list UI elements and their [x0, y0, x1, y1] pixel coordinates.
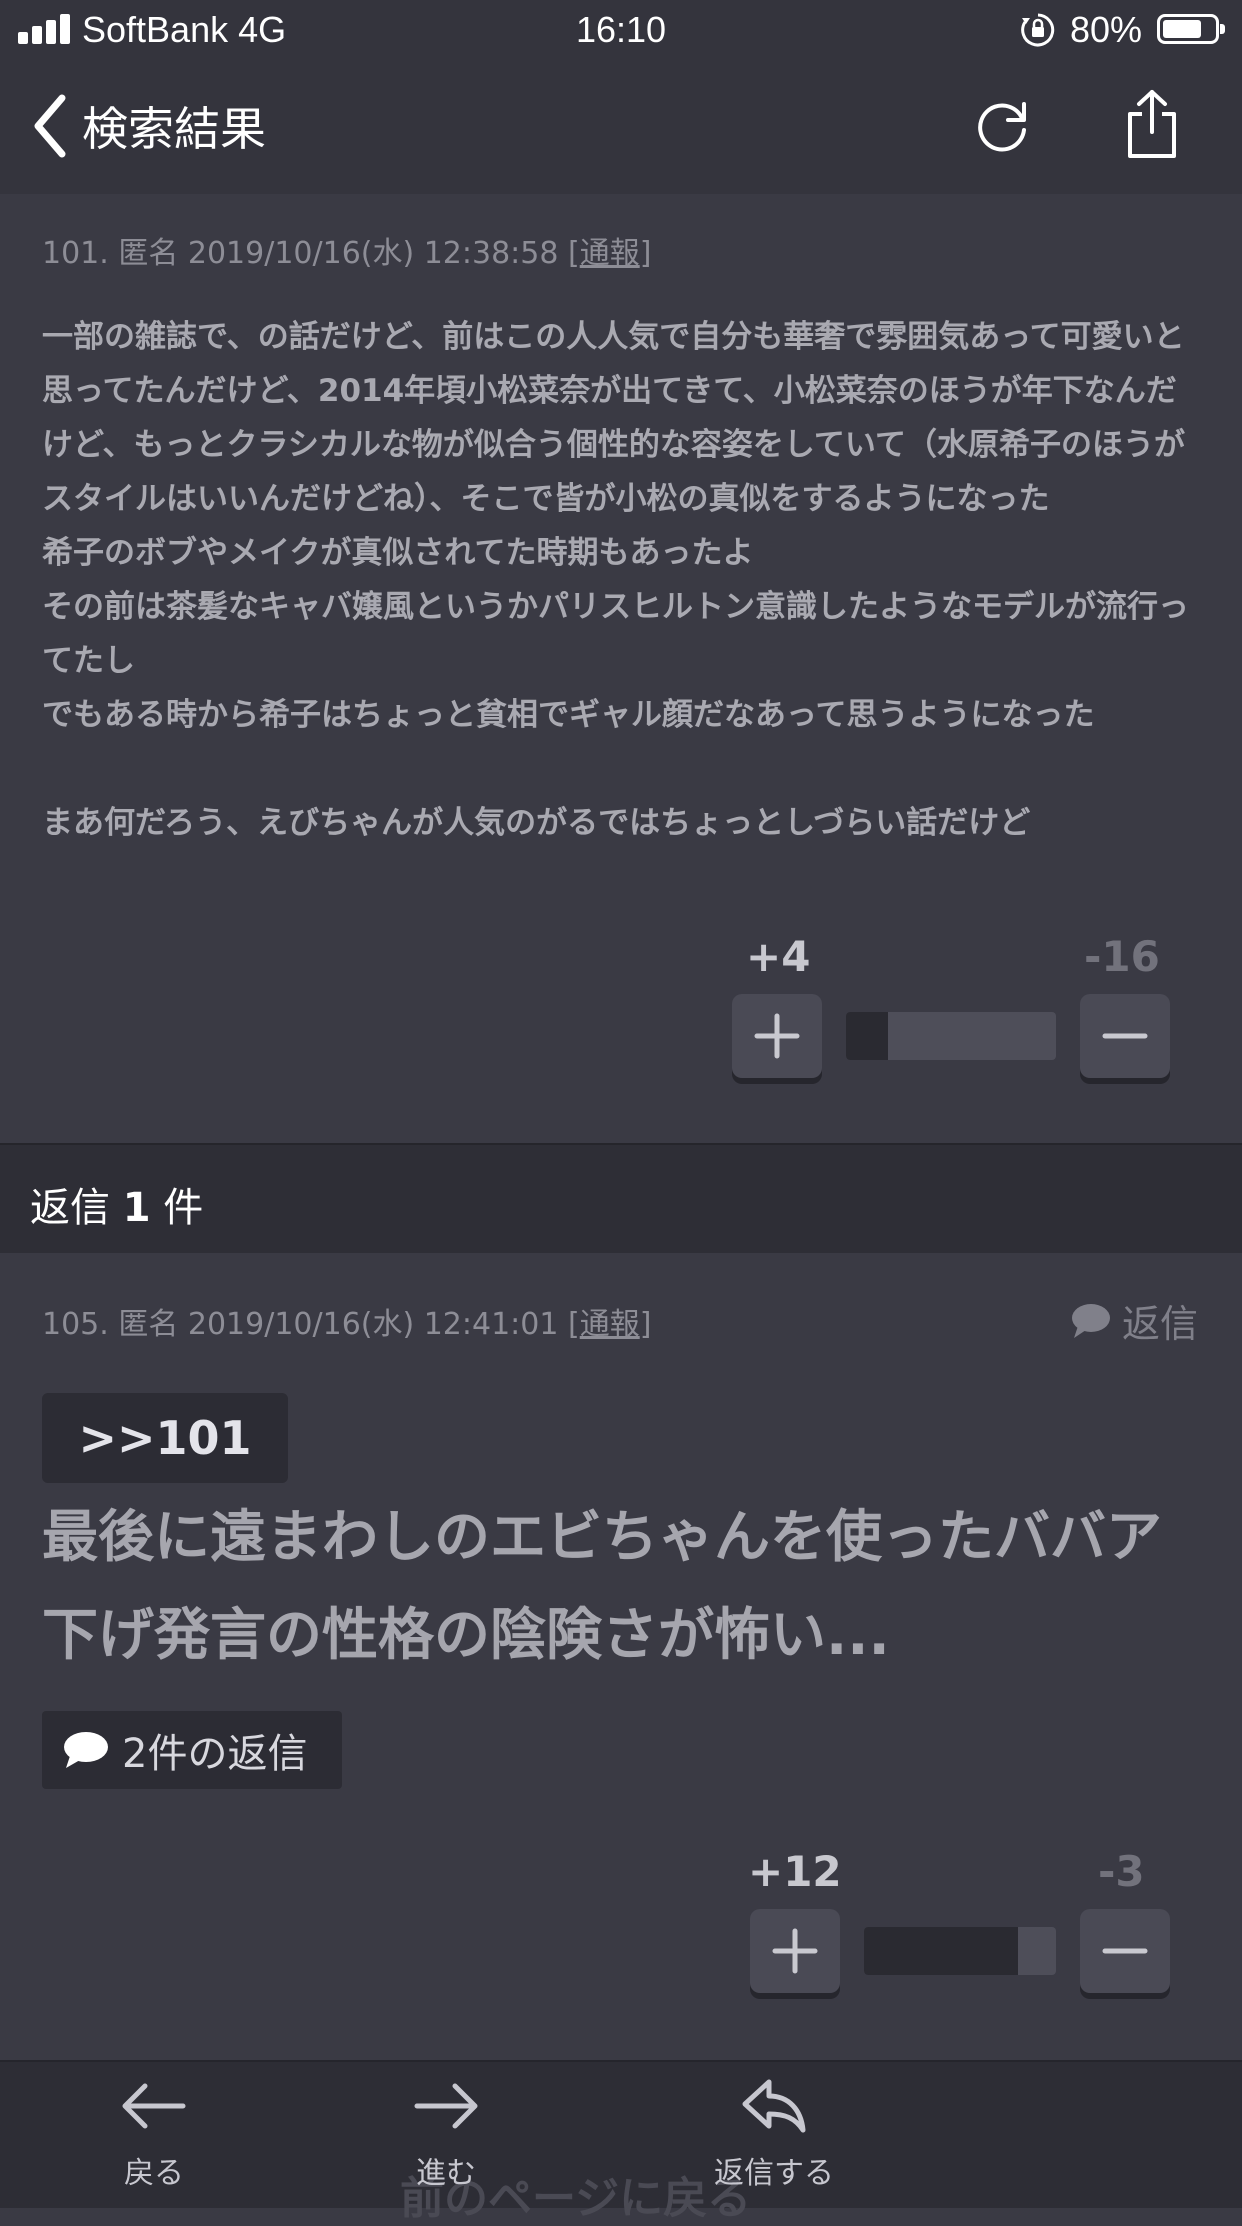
- forward-nav-button[interactable]: 進む: [366, 2076, 526, 2206]
- battery-icon: [1157, 14, 1225, 44]
- reply-link[interactable]: 返信: [1070, 1293, 1198, 1348]
- plus-icon: [772, 1928, 818, 1974]
- reply-button-label: 返信する: [714, 2156, 834, 2191]
- comment-105: 105. 匿名 2019/10/16(水) 12:41:01 [通報] 返信 >…: [0, 1253, 1242, 2065]
- replies-button-label: 2件の返信: [122, 1731, 308, 1777]
- bottom-toolbar: 前のページに戻る 戻る 進む 返信する: [0, 2060, 1242, 2224]
- report-link[interactable]: 通報: [580, 236, 640, 271]
- minus-icon: [1102, 1948, 1148, 1954]
- reply-button[interactable]: 返信する: [694, 2076, 854, 2206]
- rotation-lock-icon: [1021, 13, 1055, 47]
- report-link[interactable]: 通報: [580, 1307, 640, 1342]
- comment-meta-end: ]: [639, 236, 652, 271]
- forward-nav-label: 進む: [416, 2156, 476, 2191]
- minus-icon: [1102, 1033, 1148, 1039]
- vote-ratio-bar: [846, 1012, 1056, 1060]
- replies-button[interactable]: 2件の返信: [42, 1711, 342, 1789]
- chevron-left-icon: [34, 94, 66, 158]
- comment-meta: 101. 匿名 2019/10/16(水) 12:38:58 [通報]: [42, 228, 651, 272]
- vote-ratio-fill: [864, 1927, 1018, 1975]
- plus-count: +12: [748, 1847, 842, 1896]
- plus-button[interactable]: [732, 994, 822, 1078]
- plus-button[interactable]: [750, 1909, 840, 1993]
- back-nav-button[interactable]: 戻る: [74, 2076, 234, 2206]
- navigation-bar: 検索結果: [0, 58, 1242, 194]
- replies-count: 1: [122, 1185, 151, 1231]
- comment-headline: 最後に遠まわしのエビちゃんを使ったババア下げ発言の性格の陰険さが怖い...: [42, 1505, 1162, 1668]
- comment-body: 一部の雑誌で、の話だけど、前はこの人人気で自分も華奢で雰囲気あって可愛いと思って…: [42, 319, 1189, 841]
- reply-arrow-icon: [742, 2079, 806, 2133]
- minus-button[interactable]: [1080, 994, 1170, 1078]
- replies-header-text: 返信 1 件: [30, 1185, 204, 1231]
- speech-bubble-icon: [64, 1732, 108, 1768]
- reload-icon[interactable]: [970, 94, 1034, 158]
- replies-header: 返信 1 件: [0, 1143, 1242, 1253]
- arrow-left-icon: [122, 2083, 186, 2129]
- back-label: 検索結果: [82, 102, 266, 156]
- vote-ratio-bar: [864, 1927, 1056, 1975]
- comment-meta-text: 105. 匿名 2019/10/16(水) 12:41:01 [: [42, 1307, 580, 1342]
- minus-count: -16: [1084, 932, 1160, 981]
- comment-meta: 105. 匿名 2019/10/16(水) 12:41:01 [通報]: [42, 1299, 651, 1343]
- share-icon[interactable]: [1122, 88, 1182, 160]
- comment-101: 101. 匿名 2019/10/16(水) 12:38:58 [通報] 一部の雑…: [0, 194, 1242, 1142]
- plus-icon: [754, 1013, 800, 1059]
- back-nav-label: 戻る: [124, 2156, 184, 2191]
- vote-ratio-fill: [846, 1012, 888, 1060]
- comment-meta-text: 101. 匿名 2019/10/16(水) 12:38:58 [: [42, 236, 580, 271]
- reply-link-label: 返信: [1121, 1302, 1198, 1346]
- anchor-link[interactable]: >>101: [42, 1393, 288, 1483]
- status-bar: SoftBank 4G 16:10 80%: [0, 0, 1242, 58]
- arrow-right-icon: [414, 2083, 478, 2129]
- minus-count: -3: [1098, 1847, 1145, 1896]
- minus-button[interactable]: [1080, 1909, 1170, 1993]
- battery-percent: 80%: [1070, 9, 1143, 50]
- speech-bubble-icon: [1071, 1303, 1110, 1338]
- back-button[interactable]: 検索結果: [30, 94, 266, 158]
- comment-meta-end: ]: [639, 1307, 652, 1342]
- plus-count: +4: [746, 932, 811, 981]
